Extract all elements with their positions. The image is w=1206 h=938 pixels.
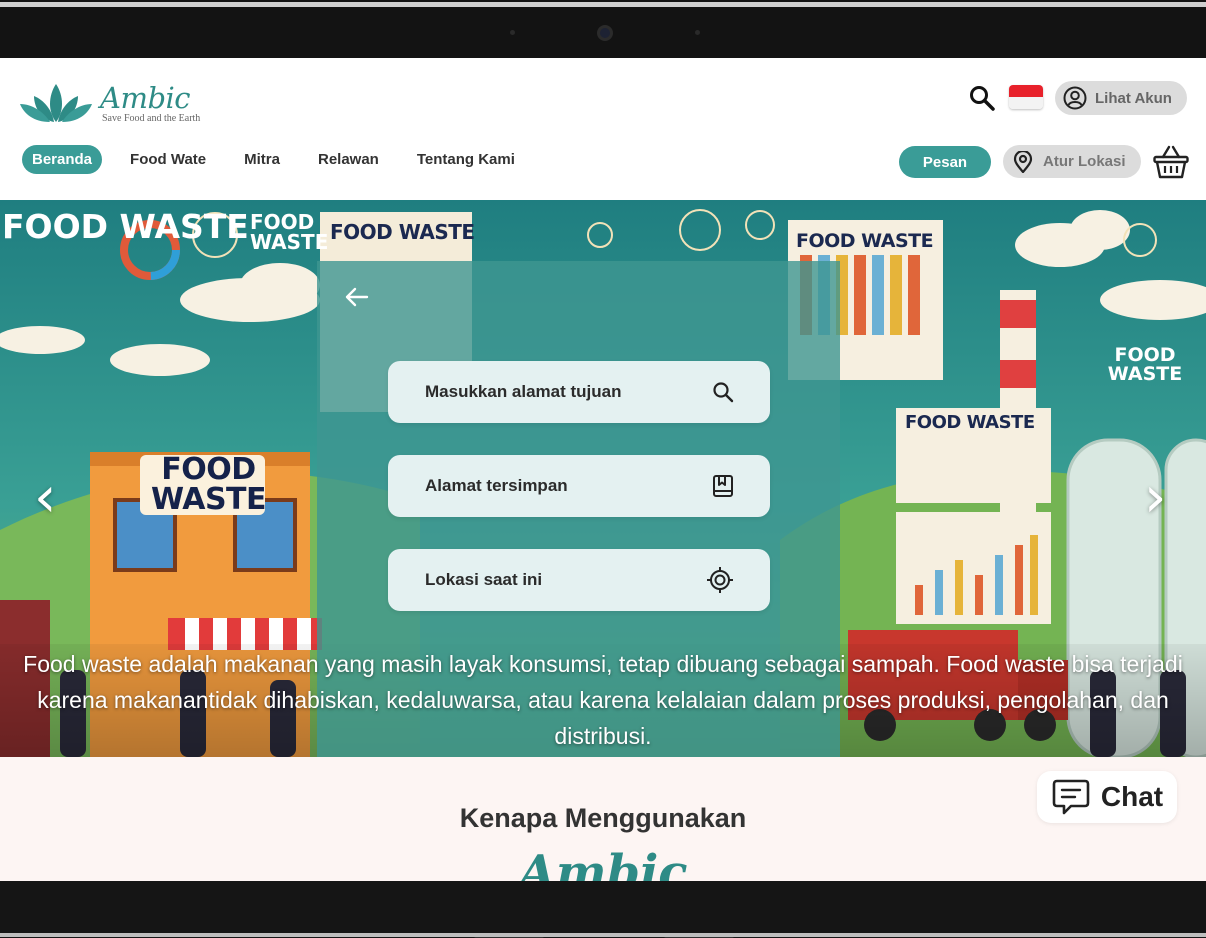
current-location-option[interactable]: Lokasi saat ini	[388, 549, 770, 611]
poster-food-waste-plates: FOOD WASTE	[905, 412, 1035, 433]
main-nav: Beranda Food Wate Mitra Relawan Tentang …	[22, 145, 543, 174]
search-icon[interactable]	[968, 84, 996, 112]
back-arrow-icon[interactable]	[341, 281, 373, 313]
chat-bubble-icon	[1052, 779, 1090, 815]
poster-food-waste-right: FOOD WASTE	[1107, 344, 1183, 385]
crosshair-icon	[707, 567, 733, 593]
device-top-bezel	[0, 0, 1206, 58]
front-sensor	[510, 30, 515, 35]
front-sensor	[695, 30, 700, 35]
poster-food-waste-chart: FOOD WASTE	[796, 230, 934, 252]
device-rim	[0, 933, 1206, 937]
nav-item-food-waste[interactable]: Food Wate	[120, 145, 216, 174]
why-section-title: Kenapa Menggunakan	[459, 803, 747, 833]
basket-icon[interactable]	[1153, 145, 1189, 179]
hero-banner: FOOD WASTE FOOD WASTE FOOD WASTE FOOD WA…	[0, 200, 1206, 757]
chat-label: Chat	[1100, 781, 1164, 812]
hero-caption: Food waste adalah makanan yang masih lay…	[23, 651, 1183, 749]
shop-sign-food-waste: FOOD WASTE	[150, 452, 267, 517]
nav-item-beranda[interactable]: Beranda	[22, 145, 103, 174]
why-ambic-section: Kenapa Menggunakan Ambic Chat	[0, 757, 1206, 881]
language-flag-indonesia[interactable]	[1009, 85, 1043, 109]
brand-name: Ambic	[100, 80, 191, 115]
why-section-brand: Ambic	[518, 845, 688, 881]
enter-destination-option[interactable]: Masukkan alamat tujuan	[388, 361, 770, 423]
nav-item-relawan[interactable]: Relawan	[308, 145, 389, 174]
saved-address-option[interactable]: Alamat tersimpan	[388, 455, 770, 517]
device-bottom-bezel	[0, 881, 1206, 938]
site-header: Ambic Save Food and the Earth Lihat Akun…	[0, 58, 1206, 200]
enter-destination-label: Masukkan alamat tujuan	[425, 382, 622, 401]
set-location-button[interactable]: Atur Lokasi	[1003, 145, 1141, 178]
bookmark-book-icon	[713, 475, 733, 497]
app-screen: Ambic Save Food and the Earth Lihat Akun…	[0, 58, 1206, 881]
lotus-logo-icon	[20, 84, 92, 122]
device-rim	[0, 2, 1206, 7]
set-location-label: Atur Lokasi	[1043, 153, 1126, 170]
nav-item-tentang-kami[interactable]: Tentang Kami	[407, 145, 525, 174]
nav-item-mitra[interactable]: Mitra	[234, 145, 290, 174]
carousel-next-button[interactable]: ›	[1144, 470, 1166, 526]
carousel-prev-button[interactable]: ‹	[34, 470, 56, 526]
view-account-button[interactable]: Lihat Akun	[1055, 81, 1187, 115]
user-icon	[1063, 86, 1087, 110]
poster-food-waste-top-left: FOOD WASTE	[2, 207, 249, 246]
current-location-label: Lokasi saat ini	[425, 570, 543, 589]
chat-button[interactable]: Chat	[1037, 771, 1177, 823]
saved-address-label: Alamat tersimpan	[425, 476, 568, 495]
map-pin-icon	[1013, 150, 1033, 173]
front-camera	[597, 25, 613, 41]
brand-tagline: Save Food and the Earth	[102, 112, 201, 124]
poster-food-waste-small: FOOD WASTE	[250, 210, 329, 254]
order-button[interactable]: Pesan	[899, 146, 991, 178]
poster-food-waste-board: FOOD WASTE	[330, 220, 475, 244]
view-account-label: Lihat Akun	[1095, 89, 1172, 107]
brand-logo[interactable]: Ambic Save Food and the Earth	[20, 82, 200, 124]
search-icon	[713, 382, 734, 403]
